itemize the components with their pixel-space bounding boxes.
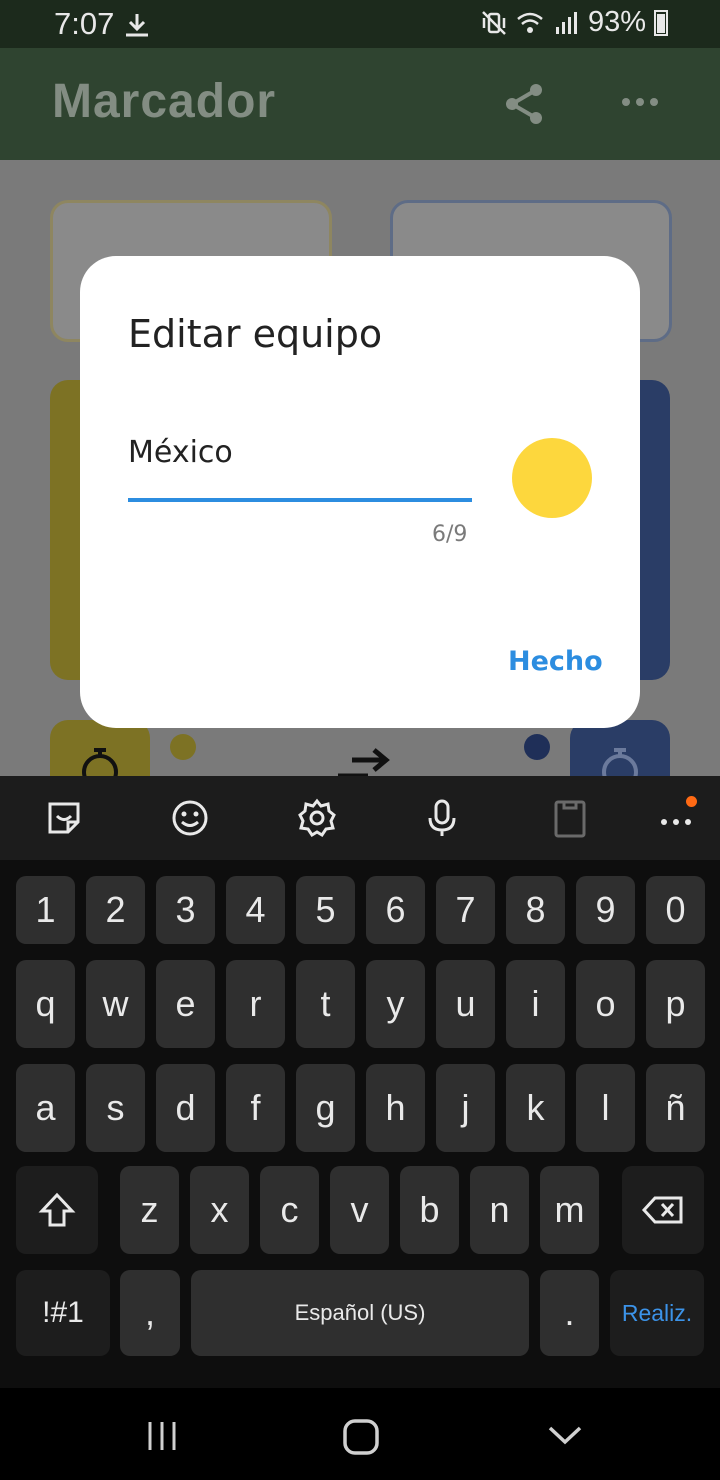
- key-l[interactable]: l: [576, 1064, 635, 1152]
- vibrate-mute-icon: [482, 10, 506, 35]
- recent-apps-icon[interactable]: [144, 1418, 180, 1454]
- stopwatch-icon: [82, 748, 118, 776]
- back-icon[interactable]: [546, 1418, 584, 1454]
- key-v[interactable]: v: [330, 1166, 389, 1254]
- team-name-input[interactable]: [128, 432, 472, 472]
- key-s[interactable]: s: [86, 1064, 145, 1152]
- keyboard-toolbar: [0, 776, 720, 860]
- team-color-picker[interactable]: [512, 438, 592, 518]
- key-n[interactable]: n: [470, 1166, 529, 1254]
- key-u[interactable]: u: [436, 960, 495, 1048]
- key-f[interactable]: f: [226, 1064, 285, 1152]
- battery-percent: 93%: [587, 6, 646, 38]
- signal-icon: [555, 11, 577, 34]
- key-z[interactable]: z: [120, 1166, 179, 1254]
- key-3[interactable]: 3: [156, 876, 215, 944]
- comma-key[interactable]: ,: [120, 1270, 180, 1356]
- app-title: Marcador: [52, 75, 277, 128]
- key-d[interactable]: d: [156, 1064, 215, 1152]
- key-6[interactable]: 6: [366, 876, 425, 944]
- key-a[interactable]: a: [16, 1064, 75, 1152]
- backspace-key[interactable]: [622, 1166, 704, 1254]
- key-7[interactable]: 7: [436, 876, 495, 944]
- notification-dot: [686, 796, 697, 807]
- done-button[interactable]: Hecho: [508, 646, 603, 677]
- key-c[interactable]: c: [260, 1166, 319, 1254]
- key-x[interactable]: x: [190, 1166, 249, 1254]
- key-8[interactable]: 8: [506, 876, 565, 944]
- key-1[interactable]: 1: [16, 876, 75, 944]
- key-m[interactable]: m: [540, 1166, 599, 1254]
- key-i[interactable]: i: [506, 960, 565, 1048]
- key-e[interactable]: e: [156, 960, 215, 1048]
- edit-team-dialog: Editar equipo 6/9 Hecho: [80, 256, 640, 728]
- microphone-icon[interactable]: [422, 798, 462, 838]
- emoji-icon[interactable]: [170, 798, 210, 838]
- shift-key[interactable]: [16, 1166, 98, 1254]
- backspace-icon: [641, 1196, 683, 1224]
- more-icon[interactable]: [620, 94, 660, 110]
- key-b[interactable]: b: [400, 1166, 459, 1254]
- done-key[interactable]: Realiz.: [610, 1270, 704, 1356]
- status-bar: 7:07 93%: [0, 0, 720, 48]
- app-bar: Marcador: [0, 48, 720, 160]
- keyboard: 1 2 3 4 5 6 7 8 9 0 q w e r t y u i o p …: [0, 776, 720, 1388]
- dialog-title: Editar equipo: [128, 312, 383, 356]
- wifi-icon: [517, 12, 543, 33]
- key-k[interactable]: k: [506, 1064, 565, 1152]
- key-h[interactable]: h: [366, 1064, 425, 1152]
- character-counter: 6/9: [432, 522, 468, 547]
- sticker-icon[interactable]: [44, 798, 84, 838]
- key-t[interactable]: t: [296, 960, 355, 1048]
- key-w[interactable]: w: [86, 960, 145, 1048]
- stopwatch-icon: [602, 748, 638, 776]
- key-2[interactable]: 2: [86, 876, 145, 944]
- key-p[interactable]: p: [646, 960, 705, 1048]
- symbols-key[interactable]: !#1: [16, 1270, 110, 1356]
- key-j[interactable]: j: [436, 1064, 495, 1152]
- space-key[interactable]: Español (US): [191, 1270, 529, 1356]
- home-icon[interactable]: [342, 1418, 380, 1456]
- shift-icon: [38, 1192, 76, 1227]
- period-key[interactable]: .: [540, 1270, 599, 1356]
- download-icon: [126, 14, 148, 37]
- key-o[interactable]: o: [576, 960, 635, 1048]
- swap-icon: [338, 748, 390, 776]
- key-0[interactable]: 0: [646, 876, 705, 944]
- serve-indicator-left: [170, 734, 196, 760]
- navigation-bar: [0, 1388, 720, 1480]
- share-icon[interactable]: [502, 82, 546, 126]
- status-time: 7:07: [54, 6, 115, 41]
- clipboard-icon[interactable]: [550, 798, 590, 838]
- key-y[interactable]: y: [366, 960, 425, 1048]
- key-4[interactable]: 4: [226, 876, 285, 944]
- battery-icon: [654, 9, 668, 36]
- key-5[interactable]: 5: [296, 876, 355, 944]
- key-q[interactable]: q: [16, 960, 75, 1048]
- serve-indicator-right: [524, 734, 550, 760]
- input-underline: [128, 498, 472, 502]
- key-g[interactable]: g: [296, 1064, 355, 1152]
- key-n-tilde[interactable]: ñ: [646, 1064, 705, 1152]
- key-r[interactable]: r: [226, 960, 285, 1048]
- settings-icon[interactable]: [297, 798, 337, 838]
- key-9[interactable]: 9: [576, 876, 635, 944]
